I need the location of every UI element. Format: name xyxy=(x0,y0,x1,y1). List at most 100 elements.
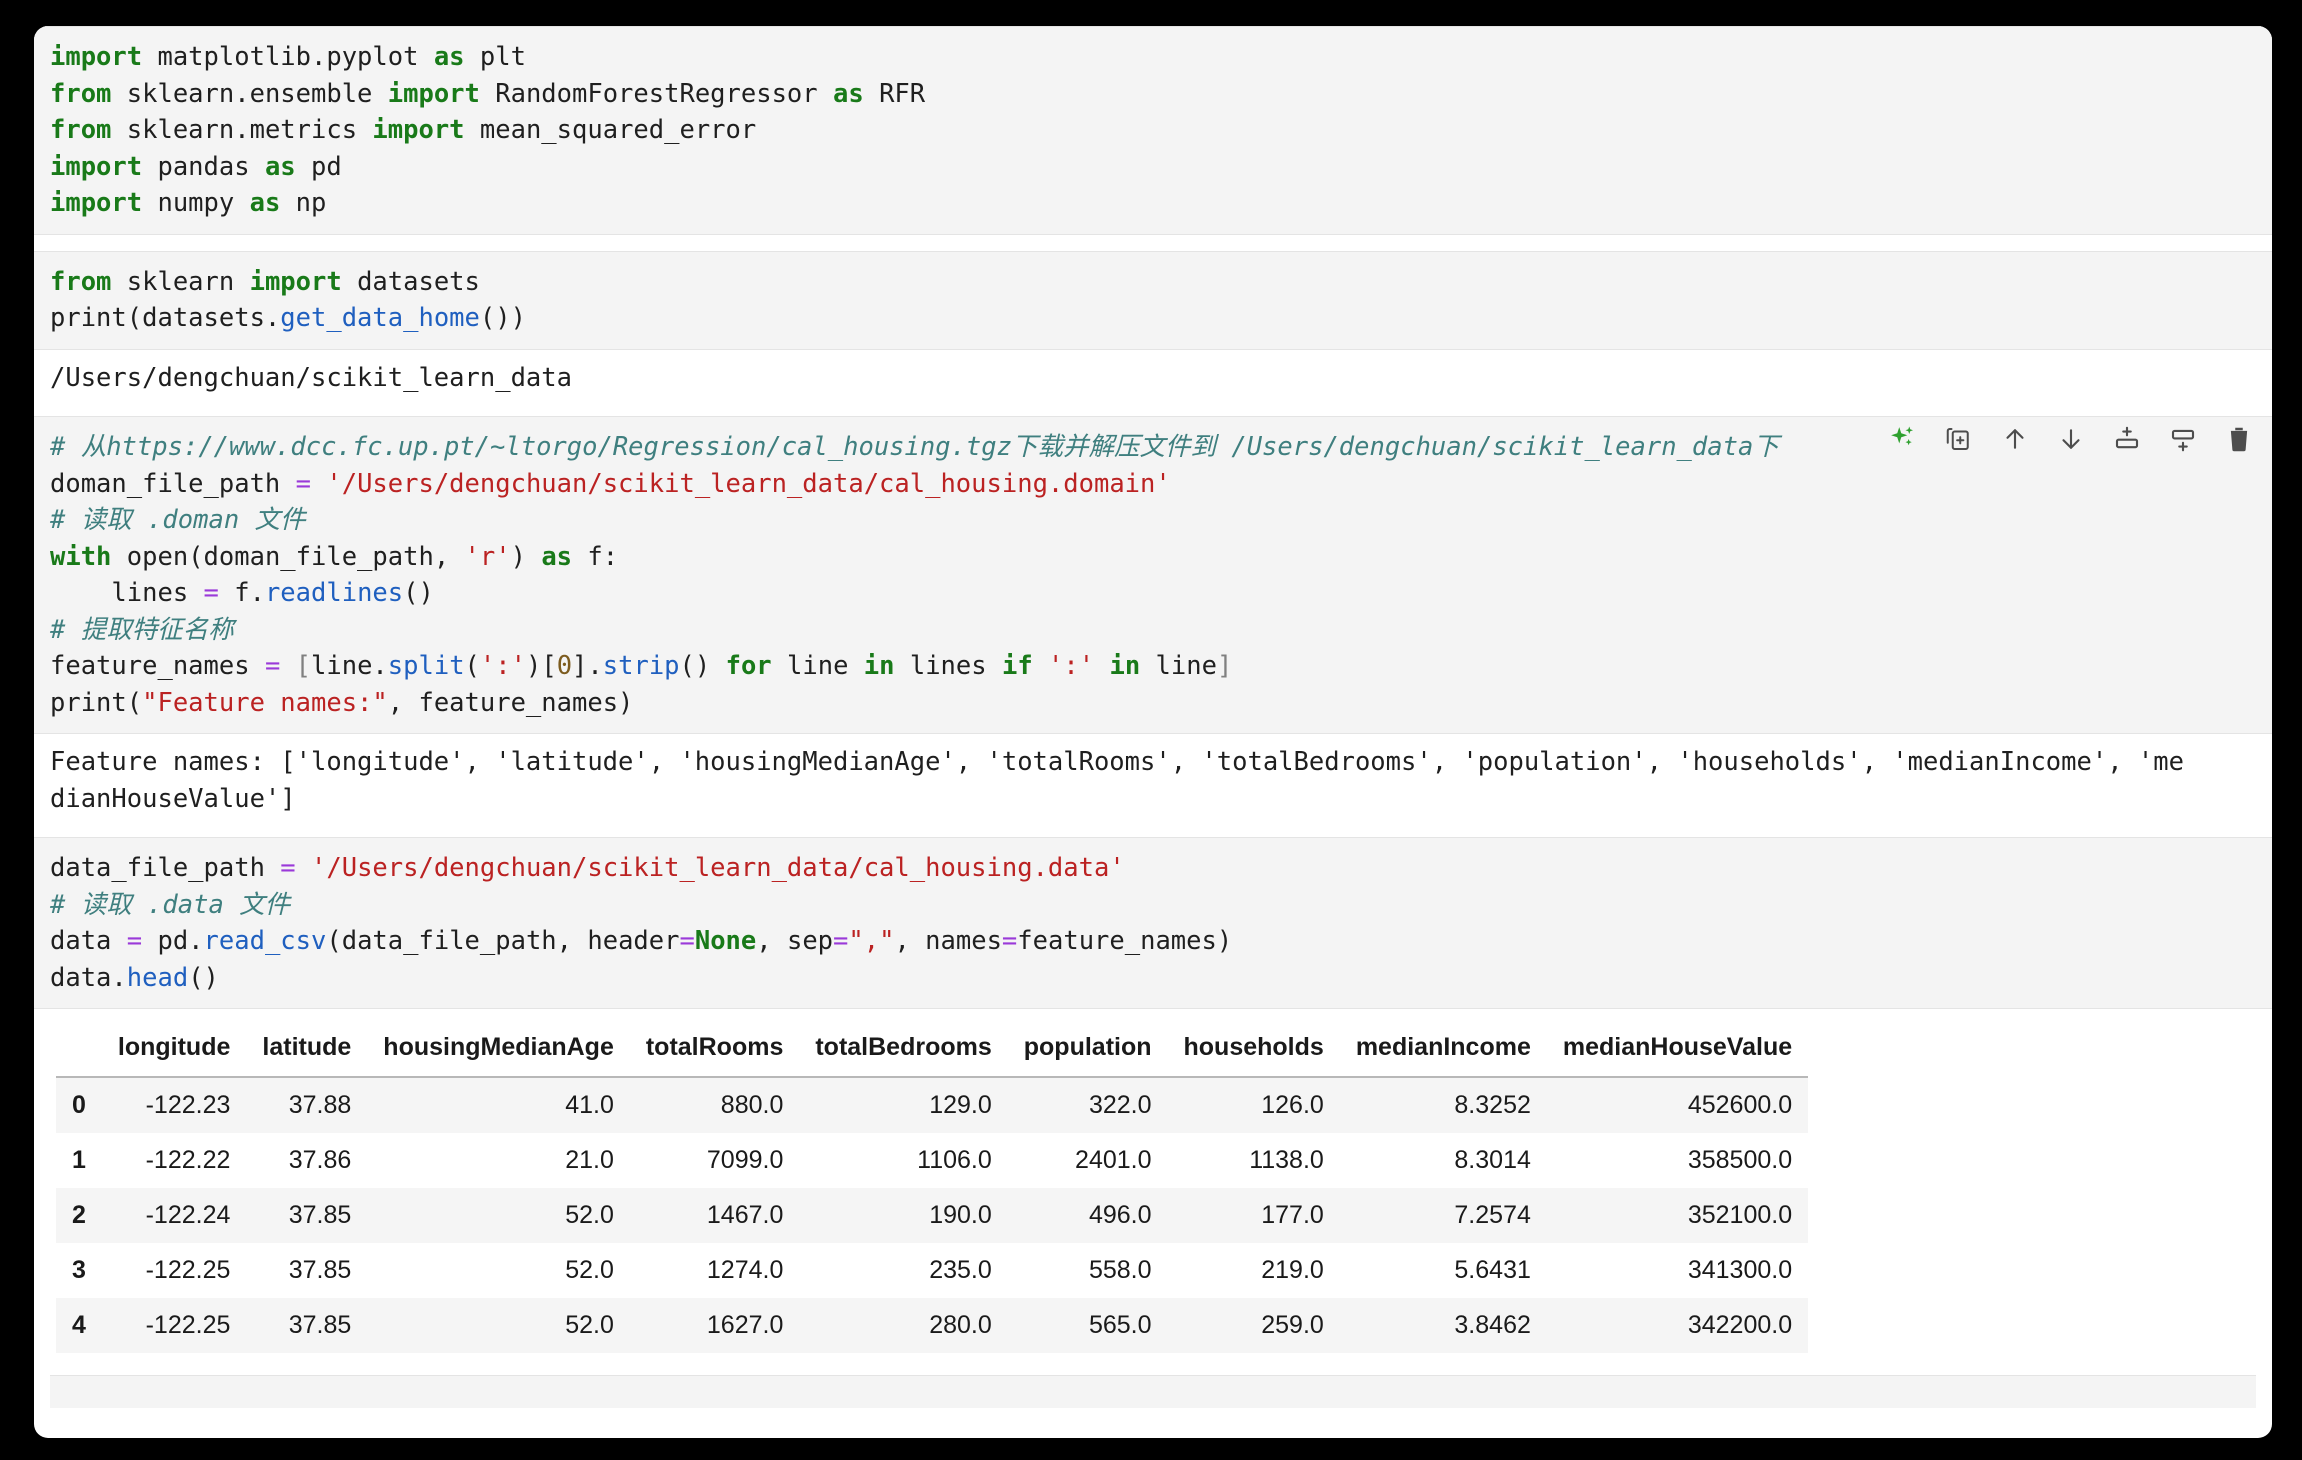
code-token: as xyxy=(264,151,296,182)
notebook-cell-feature-names[interactable]: # 从https://www.dcc.fc.up.pt/~ltorgo/Regr… xyxy=(34,416,2272,827)
dataframe-column-header: totalBedrooms xyxy=(799,1023,1008,1078)
dataframe-cell: 8.3252 xyxy=(1454,1091,1531,1119)
code-token: RFR xyxy=(863,78,926,109)
code-token: = xyxy=(679,926,695,956)
code-token: split xyxy=(387,651,465,681)
code-token: import xyxy=(50,42,143,72)
dataframe-index-header xyxy=(56,1023,102,1078)
dataframe-cell: 37.85 xyxy=(288,1311,352,1339)
code-token: open(doman_file_path, xyxy=(111,541,465,572)
code-token: (data_file_path, header xyxy=(326,926,680,956)
code-token: ( xyxy=(464,651,480,681)
notebook-cell-imports[interactable]: import matplotlib.pyplot as plt from skl… xyxy=(34,26,2272,235)
dataframe-cell: 190.0 xyxy=(929,1201,992,1229)
dataframe-cell: 1138.0 xyxy=(1249,1146,1324,1174)
code-token: sklearn xyxy=(111,266,250,297)
dataframe-cell: 5.6431 xyxy=(1454,1256,1531,1284)
dataframe-cell: 558.0 xyxy=(1088,1256,1152,1284)
code-token: line xyxy=(1140,651,1217,681)
output-line: Feature names: ['longitude', 'latitude',… xyxy=(34,744,2272,781)
dataframe-cell: -122.23 xyxy=(145,1091,231,1119)
code-token: , names xyxy=(894,926,1002,956)
code-token: datasets xyxy=(341,266,480,297)
code-token: as xyxy=(833,78,864,109)
code-line: # 读取 .doman 文件 xyxy=(34,502,2272,539)
code-token: from xyxy=(50,78,112,109)
dataframe-row-index: 3 xyxy=(72,1256,86,1284)
code-token: import xyxy=(50,151,143,182)
dataframe-cell: 352100.0 xyxy=(1687,1201,1793,1229)
dataframe-column-header: latitude xyxy=(246,1023,368,1078)
code-token: "Feature names:" xyxy=(142,687,388,718)
table-row: 4 -122.25 37.85 52.0 1627.0 280.0 565.0 259.0 3.… xyxy=(56,1298,1809,1353)
code-token: # 读取 .doman 文件 xyxy=(50,505,306,535)
code-token: import xyxy=(372,115,465,145)
move-cell-down-icon[interactable] xyxy=(2054,422,2088,456)
code-token: , feature_names) xyxy=(387,687,634,718)
code-line: # 提取特征名称 xyxy=(34,612,2272,649)
dataframe-row-index: 4 xyxy=(72,1311,86,1339)
code-token: () xyxy=(403,578,434,608)
dataframe-cell: 259.0 xyxy=(1261,1311,1324,1339)
dataframe-cell: 565.0 xyxy=(1088,1311,1152,1339)
code-token: sklearn.metrics xyxy=(111,115,373,145)
code-token: head xyxy=(126,962,189,993)
code-token: () xyxy=(679,651,726,681)
code-token: dianHouseValue'] xyxy=(50,783,296,814)
dataframe-cell: 37.85 xyxy=(288,1201,352,1229)
code-token: pd xyxy=(295,151,342,182)
code-editor-get-data-home[interactable]: from sklearn import datasets print(datas… xyxy=(34,250,2272,350)
code-token: () xyxy=(188,962,219,993)
code-line: # 读取 .data 文件 xyxy=(34,887,2272,924)
code-token: in xyxy=(863,651,895,681)
code-token: None xyxy=(694,926,757,956)
code-token: line xyxy=(771,651,864,681)
dataframe-cell: 7.2574 xyxy=(1454,1201,1531,1229)
code-token: # 提取特征名称 xyxy=(50,614,234,645)
code-token: in xyxy=(1109,651,1141,681)
dataframe-head: longitude latitude housingMedianAge totalRo… xyxy=(56,1023,1809,1078)
code-token: ]. xyxy=(572,651,603,681)
code-token: data_file_path xyxy=(50,853,281,883)
dataframe-cell: 37.88 xyxy=(288,1091,352,1119)
cell-toolbar[interactable] xyxy=(1886,422,2256,456)
code-editor-imports[interactable]: import matplotlib.pyplot as plt from skl… xyxy=(34,26,2272,235)
ai-sparkles-icon[interactable] xyxy=(1886,422,1920,456)
dataframe-column-header: totalRooms xyxy=(629,1023,800,1078)
code-line: data_file_path = '/Users/dengchuan/sciki… xyxy=(34,850,2272,887)
table-row: 3 -122.25 37.85 52.0 1274.0 235.0 558.0 219.0 5.… xyxy=(56,1243,1809,1298)
notebook-cell-partial-next[interactable] xyxy=(50,1375,2256,1408)
code-token: pandas xyxy=(142,151,265,182)
code-line: data.head() xyxy=(34,960,2272,997)
dataframe-cell: 342200.0 xyxy=(1687,1311,1793,1339)
code-token: "," xyxy=(848,926,895,956)
cell-gap xyxy=(34,406,2272,416)
code-token: ()) xyxy=(479,303,526,333)
cell-output-dataframe: longitude latitude housingMedianAge totalRo… xyxy=(34,1009,2272,1375)
notebook-cell-read-csv[interactable]: data_file_path = '/Users/dengchuan/sciki… xyxy=(34,837,2272,1375)
code-editor-read-csv[interactable]: data_file_path = '/Users/dengchuan/sciki… xyxy=(34,837,2272,1009)
insert-cell-below-icon[interactable] xyxy=(2166,422,2200,456)
dataframe-cell: 2401.0 xyxy=(1075,1146,1152,1174)
code-editor-feature-names[interactable]: # 从https://www.dcc.fc.up.pt/~ltorgo/Regr… xyxy=(34,416,2272,734)
code-token: lines xyxy=(894,651,1002,681)
code-token: = xyxy=(1001,926,1018,956)
code-token: print( xyxy=(50,687,143,718)
delete-cell-icon[interactable] xyxy=(2222,422,2256,456)
code-token: ) xyxy=(510,541,542,572)
code-token: read_csv xyxy=(203,926,327,956)
code-line: print(datasets.get_data_home()) xyxy=(34,300,2272,337)
duplicate-cell-icon[interactable] xyxy=(1942,422,1976,456)
code-token: get_data_home xyxy=(280,303,480,333)
cell-gap xyxy=(34,827,2272,837)
dataframe-column-header: medianIncome xyxy=(1339,1023,1547,1078)
notebook-cell-get-data-home[interactable]: from sklearn import datasets print(datas… xyxy=(34,250,2272,406)
dataframe-cell: 1106.0 xyxy=(917,1146,992,1174)
insert-cell-above-icon[interactable] xyxy=(2110,422,2144,456)
code-token: with xyxy=(50,541,112,572)
dataframe-cell: 452600.0 xyxy=(1687,1091,1793,1119)
dataframe-cell: -122.22 xyxy=(145,1146,231,1174)
move-cell-up-icon[interactable] xyxy=(1998,422,2032,456)
dataframe-row-index: 0 xyxy=(72,1091,86,1119)
